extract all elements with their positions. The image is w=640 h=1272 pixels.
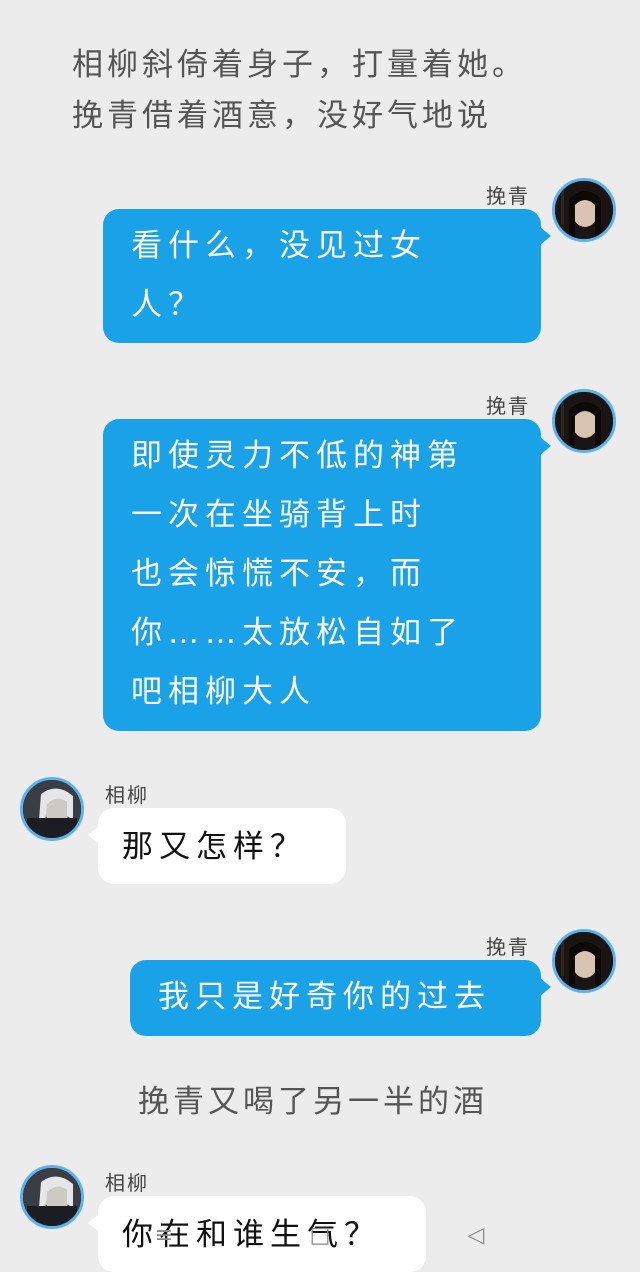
message-line: 吧相柳大人 (131, 674, 316, 710)
sender-name: 挽青 (486, 394, 530, 418)
avatar-xiangliu[interactable] (20, 777, 84, 841)
message-line: 那又怎样？ (122, 829, 307, 865)
narration-line-3: 挽青又喝了另一半的酒 (138, 1084, 488, 1120)
avatar-wanqing[interactable] (552, 389, 616, 453)
avatar-portrait-icon (555, 392, 613, 450)
avatar-portrait-icon (555, 932, 613, 990)
message-line: 看什么，没见过女 (131, 228, 427, 264)
sender-name: 挽青 (486, 184, 530, 208)
message-line: 一次在坐骑背上时 (131, 497, 427, 533)
home-square-icon[interactable]: □ (306, 1222, 334, 1250)
sender-name: 挽青 (486, 935, 530, 959)
menu-lines-icon[interactable]: ≡ (150, 1222, 178, 1250)
system-nav-bar: ≡ □ ◁ (0, 1212, 640, 1260)
bubble-tail (540, 227, 551, 245)
avatar-portrait-icon (23, 780, 81, 838)
avatar-portrait-icon (555, 181, 613, 239)
bubble-tail (540, 978, 551, 996)
message-line: 即使灵力不低的神第 (131, 438, 464, 474)
bubble-tail (540, 437, 551, 455)
narration-line-1: 相柳斜倚着身子，打量着她。 (72, 47, 527, 83)
message-line: 你……太放松自如了 (131, 615, 464, 651)
bubble-tail (88, 826, 99, 844)
message-line: 也会惊慌不安，而 (131, 556, 427, 592)
message-bubble[interactable]: 那又怎样？ (88, 808, 346, 884)
message-bubble[interactable]: 看什么，没见过女 人？ (103, 209, 551, 343)
avatar-wanqing[interactable] (552, 929, 616, 993)
sender-name: 相柳 (105, 1171, 149, 1195)
avatar-wanqing[interactable] (552, 178, 616, 242)
narration-line-2: 挽青借着酒意，没好气地说 (72, 98, 492, 134)
sender-name: 相柳 (105, 783, 149, 807)
message-bubble[interactable]: 即使灵力不低的神第 一次在坐骑背上时 也会惊慌不安，而 你……太放松自如了 吧相… (103, 419, 551, 731)
message-line: 人？ (131, 287, 205, 323)
back-triangle-icon[interactable]: ◁ (462, 1222, 490, 1250)
message-line: 我只是好奇你的过去 (158, 979, 491, 1015)
message-bubble[interactable]: 我只是好奇你的过去 (130, 960, 551, 1036)
